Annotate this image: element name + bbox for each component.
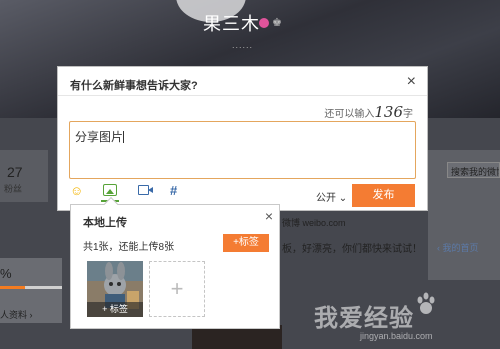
completion-progress-fill — [0, 286, 25, 289]
thumbnail-tag-button[interactable]: + 标签 — [87, 302, 143, 317]
edit-profile-link[interactable]: 人资料 › — [0, 308, 33, 321]
completion-progress-bar — [0, 286, 62, 289]
profile-username[interactable]: 果三木 — [203, 10, 260, 36]
char-count-number: 136 — [374, 103, 403, 121]
followers-label: 粉丝 — [4, 184, 23, 194]
crown-icon[interactable]: ♚ — [272, 16, 282, 29]
char-count-suffix: 字 — [403, 109, 413, 120]
completion-percent: % — [0, 266, 12, 281]
text-caret — [123, 131, 125, 143]
followers-count[interactable]: 27 — [7, 164, 23, 180]
upload-title: 本地上传 — [83, 217, 127, 229]
watermark-text: 我爱经验 — [314, 305, 414, 332]
video-icon[interactable] — [138, 185, 153, 195]
baidu-paw-logo-icon — [417, 292, 435, 314]
vip-badge-icon[interactable] — [259, 18, 269, 28]
feed-source-text: 微博 weibo.com — [282, 218, 346, 228]
feed-post-text: 板，好漂亮，你们都快来试试！ — [282, 244, 422, 255]
my-homepage-link[interactable]: ‹ 我的首页 — [437, 241, 479, 254]
dialog-title: 有什么新鲜事想告诉大家? — [70, 80, 198, 92]
visibility-dropdown[interactable]: 公开 ⌄ — [316, 189, 347, 204]
add-image-slot[interactable]: + — [149, 261, 205, 317]
upload-count-info: 共1张，还能上传8张 — [83, 242, 175, 253]
local-upload-popup: 本地上传 × 共1张，还能上传8张 +标签 + 标签 + — [70, 196, 280, 329]
char-count-prefix: 还可以输入 — [324, 109, 375, 120]
watermark-url: jingyan.baidu.com — [360, 331, 433, 341]
publish-dialog: 有什么新鲜事想告诉大家? × 还可以输入136字 分享图片 ☺ # 公开 ⌄ 发… — [57, 66, 428, 211]
post-text: 分享图片 — [75, 130, 124, 144]
add-tag-button[interactable]: +标签 — [223, 234, 269, 252]
post-textarea[interactable]: 分享图片 — [69, 121, 416, 179]
search-my-weibo-button[interactable]: 搜索我的微博 — [447, 162, 500, 178]
profile-bio-dots: ...... — [232, 40, 254, 50]
topic-hashtag-icon[interactable]: # — [170, 183, 177, 198]
char-count-hint: 还可以输入136字 — [324, 103, 413, 121]
dialog-divider — [58, 95, 427, 96]
emoji-icon[interactable]: ☺ — [70, 183, 83, 198]
publish-button[interactable]: 发布 — [352, 184, 415, 207]
my-homepage-label: 我的首页 — [442, 243, 479, 253]
uploaded-image-thumbnail[interactable]: + 标签 — [87, 261, 143, 317]
upload-close-icon[interactable]: × — [265, 208, 273, 224]
close-icon[interactable]: × — [407, 73, 416, 91]
image-icon[interactable] — [103, 184, 117, 196]
